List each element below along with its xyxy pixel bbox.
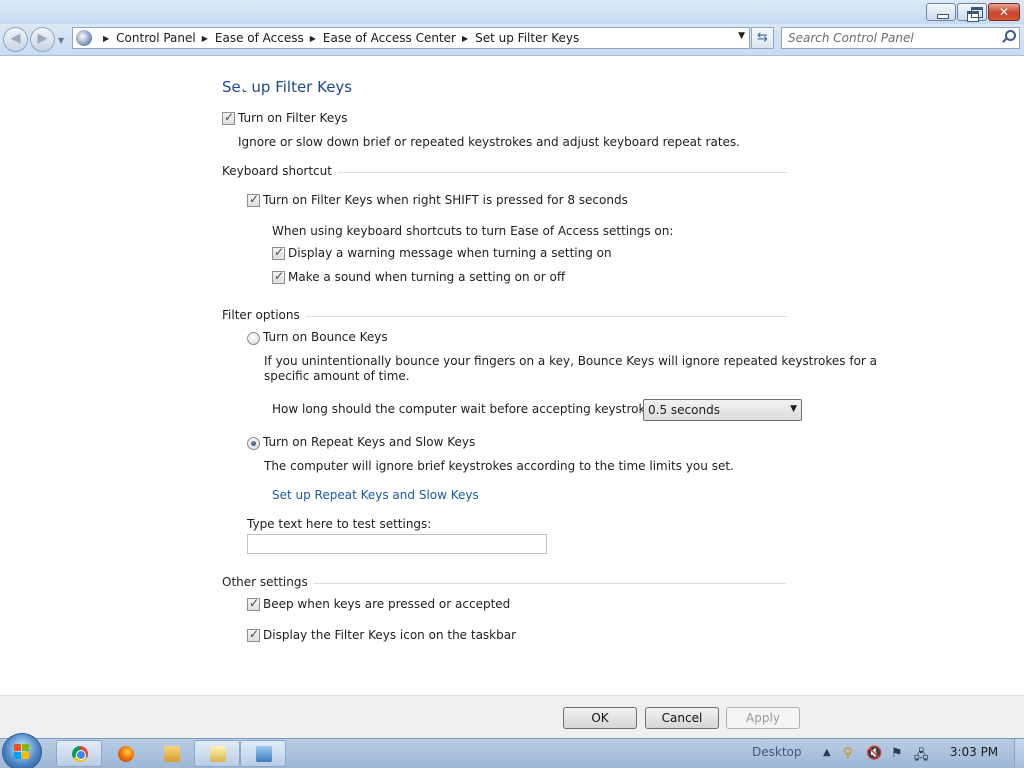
control-panel-icon [256, 746, 272, 762]
breadcrumb-ease-of-access-center[interactable]: Ease of Access Center [323, 31, 456, 45]
shortcut-intro-text: When using keyboard shortcuts to turn Ea… [272, 224, 674, 238]
refresh-icon: ⇆ [757, 30, 768, 45]
shift-shortcut-checkbox[interactable] [247, 192, 260, 207]
chrome-icon [72, 746, 88, 762]
address-bar[interactable]: ▶ Control Panel ▶ Ease of Access ▶ Ease of Ac… [72, 27, 750, 49]
breadcrumb-separator-icon[interactable]: ▶ [202, 34, 208, 43]
taskbar-icon-label[interactable]: Display the Filter Keys icon on the task… [263, 628, 516, 642]
bounce-keys-label[interactable]: Turn on Bounce Keys [263, 330, 388, 344]
forward-arrow-icon: ▶ [37, 31, 48, 46]
volume-muted-icon[interactable]: 🔇 [866, 746, 882, 761]
beep-label[interactable]: Beep when keys are pressed or accepted [263, 597, 510, 611]
setup-repeat-keys-link[interactable]: Set up Repeat Keys and Slow Keys [272, 488, 479, 502]
taskbar-clock[interactable]: 3:03 PM [940, 745, 1008, 759]
close-button[interactable] [988, 3, 1020, 21]
sound-checkbox[interactable] [272, 269, 285, 284]
breadcrumb: ▶ Control Panel ▶ Ease of Access ▶ Ease of Ac… [97, 31, 579, 45]
desktop-toolbar-label[interactable]: Desktop [752, 745, 802, 759]
ok-button[interactable]: OK [563, 707, 637, 729]
section-header: Other settings [222, 575, 314, 589]
search-box[interactable] [781, 27, 1020, 49]
filter-keys-label[interactable]: Turn on Filter Keys [238, 111, 348, 125]
show-desktop-button[interactable] [1014, 739, 1024, 768]
test-text-input[interactable] [247, 534, 547, 554]
start-button[interactable] [2, 733, 42, 768]
forward-button[interactable]: ▶ [30, 27, 55, 52]
title-bar [0, 0, 1024, 24]
shift-shortcut-label[interactable]: Turn on Filter Keys when right SHIFT is … [263, 193, 628, 207]
action-center-flag-icon[interactable]: ⚑ [891, 746, 903, 761]
minimize-button[interactable] [926, 3, 956, 21]
taskbar-chrome[interactable] [56, 740, 102, 767]
taskbar-icon-checkbox[interactable] [247, 627, 260, 642]
settings-content: Set up Filter Keys Turn on Filter Keys I… [0, 57, 1024, 695]
filter-keys-description: Ignore or slow down brief or repeated ke… [238, 135, 740, 149]
cancel-button[interactable]: Cancel [645, 707, 719, 729]
wait-time-value: 0.5 seconds [648, 403, 720, 417]
minimize-icon [927, 4, 955, 20]
breadcrumb-control-panel[interactable]: Control Panel [116, 31, 196, 45]
filter-keys-tray-icon[interactable]: ⚲ [843, 746, 853, 761]
warning-message-checkbox[interactable] [272, 245, 285, 260]
bounce-keys-radio[interactable] [247, 332, 260, 345]
address-dropdown-icon[interactable]: ▼ [738, 31, 745, 41]
repeat-keys-label[interactable]: Turn on Repeat Keys and Slow Keys [263, 435, 475, 449]
section-divider [222, 316, 787, 317]
repeat-keys-radio[interactable] [247, 437, 260, 450]
recent-pages-dropdown-icon[interactable]: ▼ [58, 36, 64, 45]
repeat-keys-description: The computer will ignore brief keystroke… [264, 459, 734, 473]
warning-message-label[interactable]: Display a warning message when turning a… [288, 246, 612, 260]
section-header: Keyboard shortcut [222, 164, 338, 178]
filter-keys-checkbox[interactable] [222, 110, 235, 125]
sound-label[interactable]: Make a sound when turning a setting on o… [288, 270, 565, 284]
taskbar-explorer[interactable] [148, 740, 194, 767]
refresh-button[interactable]: ⇆ [751, 27, 774, 49]
breadcrumb-separator-icon[interactable]: ▶ [103, 34, 109, 43]
apply-button[interactable]: Apply [726, 707, 800, 729]
ease-of-access-icon [210, 746, 226, 762]
close-icon [989, 4, 1019, 20]
taskbar-firefox[interactable] [102, 740, 148, 767]
back-arrow-icon: ◀ [10, 31, 21, 46]
section-header: Filter options [222, 308, 306, 322]
chevron-down-icon: ▼ [790, 404, 797, 414]
show-hidden-icons-icon[interactable]: ▲ [823, 747, 831, 758]
wait-time-select[interactable]: 0.5 seconds ▼ [643, 399, 802, 421]
breadcrumb-set-up-filter-keys[interactable]: Set up Filter Keys [475, 31, 579, 45]
wait-time-label: How long should the computer wait before… [272, 402, 666, 416]
bounce-keys-description: If you unintentionally bounce your finge… [264, 354, 878, 368]
back-button[interactable]: ◀ [3, 27, 28, 52]
bounce-keys-description-cont: specific amount of time. [264, 369, 410, 383]
search-icon[interactable] [1001, 30, 1016, 44]
breadcrumb-separator-icon[interactable]: ▶ [462, 34, 468, 43]
taskbar-control-panel[interactable] [240, 740, 286, 767]
network-icon[interactable]: 🖧 [914, 746, 929, 768]
firefox-icon [118, 746, 134, 762]
explorer-icon [164, 746, 180, 762]
dialog-button-bar: OK Cancel Apply [0, 695, 1024, 738]
taskbar: Desktop ▲ ⚲ 🔇 ⚑ 🖧 3:03 PM [0, 733, 1024, 768]
breadcrumb-ease-of-access[interactable]: Ease of Access [215, 31, 304, 45]
control-panel-icon [76, 30, 92, 46]
windows-logo-icon [14, 744, 30, 760]
breadcrumb-separator-icon[interactable]: ▶ [310, 34, 316, 43]
taskbar-ease-of-access[interactable] [194, 740, 240, 767]
mouse-cursor-icon [239, 76, 251, 95]
maximize-button[interactable] [957, 3, 987, 22]
restore-icon [958, 4, 986, 22]
search-input[interactable] [788, 30, 998, 46]
beep-checkbox[interactable] [247, 596, 260, 611]
test-text-label: Type text here to test settings: [247, 517, 432, 531]
